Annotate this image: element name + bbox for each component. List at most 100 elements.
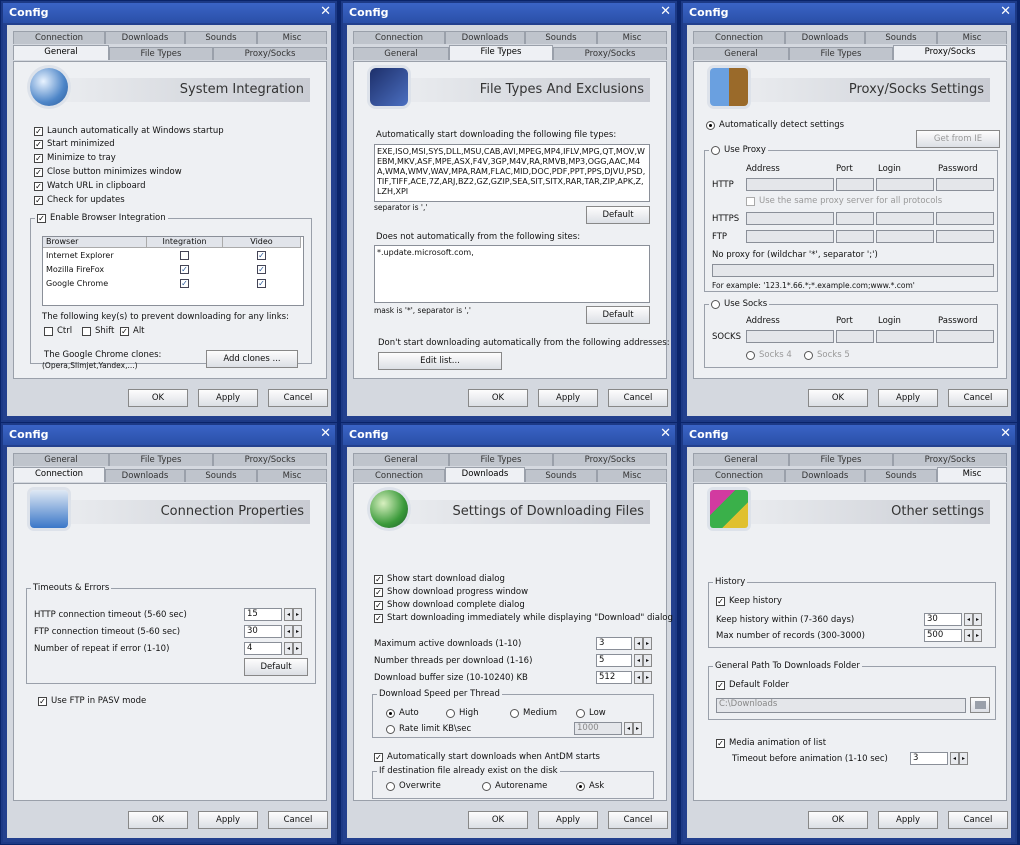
apply-button[interactable]: Apply bbox=[198, 389, 258, 407]
timeout-input[interactable]: 3 bbox=[910, 752, 948, 765]
checkbox-chrome-integration[interactable]: ✓ bbox=[180, 279, 189, 288]
repeat-input[interactable]: 4 bbox=[244, 642, 282, 655]
http-timeout-spinner[interactable]: ◂ ▸ bbox=[284, 608, 302, 621]
apply-button[interactable]: Apply bbox=[198, 811, 258, 829]
threads-spinner[interactable]: ◂ ▸ bbox=[634, 654, 652, 667]
checkbox-ctrl[interactable]: Ctrl bbox=[44, 326, 72, 336]
path-input[interactable]: C:\Downloads bbox=[716, 698, 966, 713]
cancel-button[interactable]: Cancel bbox=[948, 811, 1008, 829]
keep-within-input[interactable]: 30 bbox=[924, 613, 962, 626]
default-types-button[interactable]: Default bbox=[586, 206, 650, 224]
keep-within-spinner[interactable]: ◂ ▸ bbox=[964, 613, 982, 626]
cancel-button[interactable]: Cancel bbox=[268, 811, 328, 829]
timeout-spinner[interactable]: ◂ ▸ bbox=[950, 752, 968, 765]
radio-use-socks[interactable]: Use Socks bbox=[711, 299, 767, 309]
checkbox-same-proxy[interactable]: Use the same proxy server for all protoc… bbox=[746, 196, 942, 206]
ftp-address-input[interactable] bbox=[746, 230, 834, 243]
tab-proxy-socks[interactable]: Proxy/Socks bbox=[893, 45, 1007, 60]
tab-downloads[interactable]: Downloads bbox=[785, 31, 865, 44]
radio-socks5[interactable]: Socks 5 bbox=[804, 350, 850, 360]
http-port-input[interactable] bbox=[836, 178, 874, 191]
radio-use-proxy[interactable]: Use Proxy bbox=[711, 145, 766, 155]
radio-ask[interactable]: Ask bbox=[576, 781, 604, 791]
edit-list-button[interactable]: Edit list... bbox=[378, 352, 502, 370]
checkbox-media-animation[interactable]: ✓ Media animation of list bbox=[716, 738, 826, 748]
tab-proxy-socks[interactable]: Proxy/Socks bbox=[553, 47, 667, 60]
tab-sounds[interactable]: Sounds bbox=[185, 31, 257, 44]
max-active-spinner[interactable]: ◂ ▸ bbox=[634, 637, 652, 650]
repeat-spinner[interactable]: ◂ ▸ bbox=[284, 642, 302, 655]
max-active-input[interactable]: 3 bbox=[596, 637, 632, 650]
tab-downloads[interactable]: Downloads bbox=[105, 31, 185, 44]
default-button[interactable]: Default bbox=[244, 658, 308, 676]
checkbox-show-start[interactable]: ✓ Show start download dialog bbox=[374, 574, 505, 584]
tab-misc[interactable]: Misc bbox=[257, 31, 327, 44]
close-icon[interactable]: ✕ bbox=[320, 426, 331, 441]
tab-connection[interactable]: Connection bbox=[353, 31, 445, 44]
add-clones-button[interactable]: Add clones ... bbox=[206, 350, 298, 368]
apply-button[interactable]: Apply bbox=[878, 811, 938, 829]
checkbox-alt[interactable]: ✓ Alt bbox=[120, 326, 145, 336]
socks-login-input[interactable] bbox=[876, 330, 934, 343]
ok-button[interactable]: OK bbox=[128, 811, 188, 829]
ftp-password-input[interactable] bbox=[936, 230, 994, 243]
tab-downloads[interactable]: Downloads bbox=[445, 467, 525, 482]
tab-connection[interactable]: Connection bbox=[13, 467, 105, 482]
apply-button[interactable]: Apply bbox=[538, 389, 598, 407]
tab-misc[interactable]: Misc bbox=[597, 469, 667, 482]
checkbox-ie-video[interactable]: ✓ bbox=[257, 251, 266, 260]
tab-connection[interactable]: Connection bbox=[693, 469, 785, 482]
checkbox-keep-history[interactable]: ✓ Keep history bbox=[716, 596, 782, 606]
close-icon[interactable]: ✕ bbox=[660, 4, 671, 19]
rate-limit-input[interactable]: 1000 bbox=[574, 722, 622, 735]
tab-file-types[interactable]: File Types bbox=[789, 47, 893, 60]
checkbox-close-minimizes[interactable]: ✓ Close button minimizes window bbox=[34, 167, 182, 177]
checkbox-shift[interactable]: Shift bbox=[82, 326, 114, 336]
checkbox-start-immediately[interactable]: ✓ Start downloading immediately while dis… bbox=[374, 613, 673, 623]
tab-sounds[interactable]: Sounds bbox=[865, 31, 937, 44]
https-address-input[interactable] bbox=[746, 212, 834, 225]
tab-proxy-socks[interactable]: Proxy/Socks bbox=[213, 453, 327, 466]
https-port-input[interactable] bbox=[836, 212, 874, 225]
file-types-textarea[interactable]: EXE,ISO,MSI,SYS,DLL,MSU,CAB,AVI,MPEG,MP4… bbox=[374, 144, 650, 202]
https-login-input[interactable] bbox=[876, 212, 934, 225]
apply-button[interactable]: Apply bbox=[538, 811, 598, 829]
checkbox-check-updates[interactable]: ✓ Check for updates bbox=[34, 195, 125, 205]
get-from-ie-button[interactable]: Get from IE bbox=[916, 130, 1000, 148]
tab-proxy-socks[interactable]: Proxy/Socks bbox=[553, 453, 667, 466]
threads-input[interactable]: 5 bbox=[596, 654, 632, 667]
ftp-login-input[interactable] bbox=[876, 230, 934, 243]
http-login-input[interactable] bbox=[876, 178, 934, 191]
checkbox-ie-integration[interactable] bbox=[180, 251, 189, 260]
ftp-port-input[interactable] bbox=[836, 230, 874, 243]
close-icon[interactable]: ✕ bbox=[1000, 426, 1011, 441]
checkbox-ftp-pasv[interactable]: ✓ Use FTP in PASV mode bbox=[38, 696, 146, 706]
default-sites-button[interactable]: Default bbox=[586, 306, 650, 324]
tab-sounds[interactable]: Sounds bbox=[185, 469, 257, 482]
radio-speed-auto[interactable]: Auto bbox=[386, 708, 419, 718]
tab-file-types[interactable]: File Types bbox=[109, 47, 213, 60]
checkbox-minimize-tray[interactable]: ✓ Minimize to tray bbox=[34, 153, 116, 163]
ftp-timeout-spinner[interactable]: ◂ ▸ bbox=[284, 625, 302, 638]
checkbox-watch-clipboard[interactable]: ✓ Watch URL in clipboard bbox=[34, 181, 146, 191]
radio-socks4[interactable]: Socks 4 bbox=[746, 350, 792, 360]
apply-button[interactable]: Apply bbox=[878, 389, 938, 407]
tab-general[interactable]: General bbox=[693, 47, 789, 60]
ok-button[interactable]: OK bbox=[128, 389, 188, 407]
radio-speed-medium[interactable]: Medium bbox=[510, 708, 557, 718]
close-icon[interactable]: ✕ bbox=[1000, 4, 1011, 19]
radio-speed-high[interactable]: High bbox=[446, 708, 479, 718]
buffer-spinner[interactable]: ◂ ▸ bbox=[634, 671, 652, 684]
ok-button[interactable]: OK bbox=[808, 811, 868, 829]
sites-textarea[interactable]: *.update.microsoft.com, bbox=[374, 245, 650, 303]
socks-port-input[interactable] bbox=[836, 330, 874, 343]
checkbox-default-folder[interactable]: ✓ Default Folder bbox=[716, 680, 789, 690]
tab-general[interactable]: General bbox=[693, 453, 789, 466]
tab-file-types[interactable]: File Types bbox=[449, 45, 553, 60]
checkbox-start-minimized[interactable]: ✓ Start minimized bbox=[34, 139, 115, 149]
https-password-input[interactable] bbox=[936, 212, 994, 225]
tab-downloads[interactable]: Downloads bbox=[445, 31, 525, 44]
tab-general[interactable]: General bbox=[353, 453, 449, 466]
rate-limit-spinner[interactable]: ◂ ▸ bbox=[624, 722, 642, 735]
http-timeout-input[interactable]: 15 bbox=[244, 608, 282, 621]
